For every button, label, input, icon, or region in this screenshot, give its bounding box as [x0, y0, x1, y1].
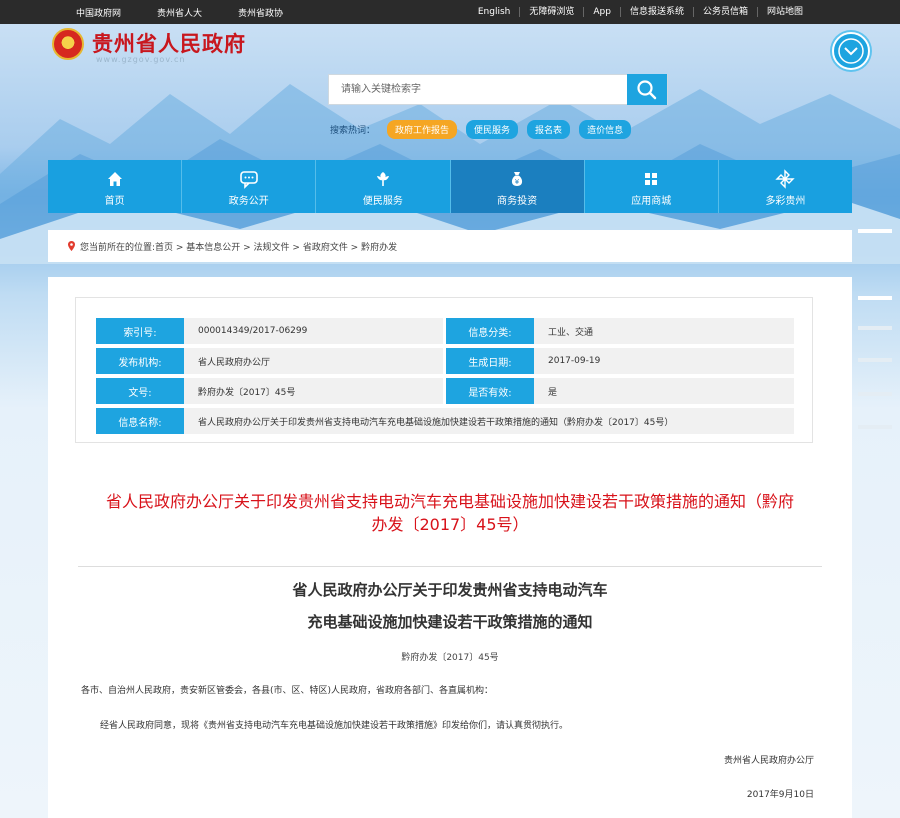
- nav-item-label: 便民服务: [362, 196, 403, 207]
- signature: 贵州省人民政府办公厅: [723, 756, 814, 766]
- document-title-line: 省人民政府办公厅关于印发贵州省支持电动汽车充电基础设施加快建设若干政策措施的通知…: [105, 492, 794, 511]
- nav-item-label: 商务投资: [497, 196, 538, 207]
- flower-icon: [376, 172, 389, 186]
- side-tab[interactable]: [858, 229, 892, 233]
- info-row: 发布机构: 省人民政府办公厅: [96, 348, 443, 374]
- location-pin-icon: [68, 241, 75, 251]
- info-value: 是: [534, 378, 794, 404]
- side-tab[interactable]: [858, 392, 892, 396]
- breadcrumb: 您当前所在的位置:首页 > 基本信息公开 > 法规文件 > 省政府文件 > 黔府…: [48, 230, 852, 262]
- nav-item-label: 多彩贵州: [765, 196, 806, 207]
- sign-date: 2017年9月10日: [746, 790, 814, 800]
- hot-words: 搜索热词： 政府工作报告 便民服务 报名表 造价信息: [330, 120, 640, 139]
- info-row: 文号: 黔府办发〔2017〕45号: [96, 378, 443, 404]
- money-bag-icon: ¥: [512, 172, 523, 186]
- chevron-down-icon[interactable]: [832, 32, 870, 70]
- site-name[interactable]: 贵州省人民政府: [92, 28, 246, 58]
- nav-item-services[interactable]: 便民服务: [316, 160, 451, 213]
- top-bar: 中国政府网 贵州省人大 贵州省政协 English 无障碍浏览 App 信息报送…: [0, 0, 900, 24]
- home-icon: [107, 172, 122, 186]
- hot-tag[interactable]: 报名表: [527, 120, 571, 139]
- info-value: 工业、交通: [534, 318, 794, 344]
- info-key: 是否有效:: [446, 378, 534, 404]
- link-npc[interactable]: 贵州省人大: [157, 6, 202, 19]
- info-row: 生成日期: 2017-09-19: [446, 348, 794, 374]
- info-row: 索引号: 000014349/2017-06299: [96, 318, 443, 344]
- link-sitemap[interactable]: 网站地图: [756, 7, 812, 17]
- nav-item-gov-affairs[interactable]: 政务公开: [182, 160, 317, 213]
- nav-item-label: 应用商城: [631, 196, 672, 207]
- info-value: 000014349/2017-06299: [184, 318, 443, 344]
- hot-tag[interactable]: 便民服务: [466, 120, 519, 139]
- search-icon: [637, 80, 657, 100]
- nav-item-label: 政务公开: [228, 196, 269, 207]
- main-content: 索引号: 000014349/2017-06299 信息分类: 工业、交通 发布…: [48, 277, 852, 818]
- link-mailbox[interactable]: 公务员信箱: [692, 7, 757, 17]
- site-url: www.gzgov.gov.cn: [96, 55, 186, 64]
- main-nav: 首页 政务公开 便民服务 ¥ 商务投资 应用商城 多彩贵州: [48, 160, 852, 213]
- info-key: 生成日期:: [446, 348, 534, 374]
- link-cppcc[interactable]: 贵州省政协: [238, 6, 283, 19]
- info-table: 索引号: 000014349/2017-06299 信息分类: 工业、交通 发布…: [75, 297, 813, 443]
- nav-item-label: 首页: [104, 196, 125, 207]
- link-accessibility[interactable]: 无障碍浏览: [519, 7, 583, 17]
- link-gov[interactable]: 中国政府网: [76, 6, 121, 19]
- document-number: 黔府办发〔2017〕45号: [401, 653, 499, 663]
- recipients-paragraph: 各市、自治州人民政府，贵安新区管委会，各县(市、区、特区)人民政府，省政府各部门…: [81, 686, 494, 696]
- pinwheel-icon: [775, 169, 796, 189]
- link-app[interactable]: App: [583, 7, 620, 17]
- document-heading: 充电基础设施加快建设若干政策措施的通知: [307, 613, 593, 631]
- nav-item-home[interactable]: 首页: [48, 160, 183, 213]
- info-key: 索引号:: [96, 318, 184, 344]
- search-box: [328, 74, 668, 105]
- top-links-left: 中国政府网 贵州省人大 贵州省政协: [76, 0, 319, 24]
- info-value: 省人民政府办公厅: [184, 348, 443, 374]
- side-tab[interactable]: [858, 425, 892, 429]
- info-value: 省人民政府办公厅关于印发贵州省支持电动汽车充电基础设施加快建设若干政策措施的通知…: [184, 408, 794, 434]
- body-paragraph: 经省人民政府同意，现将《贵州省支持电动汽车充电基础设施加快建设若干政策措施》印发…: [100, 721, 569, 731]
- link-english[interactable]: English: [469, 7, 520, 17]
- info-row: 是否有效: 是: [446, 378, 794, 404]
- document-heading: 省人民政府办公厅关于印发贵州省支持电动汽车: [292, 581, 608, 599]
- info-key: 信息名称:: [96, 408, 184, 434]
- grid-icon: [645, 173, 658, 185]
- search-input[interactable]: [329, 75, 619, 104]
- info-row: 信息名称: 省人民政府办公厅关于印发贵州省支持电动汽车充电基础设施加快建设若干政…: [96, 408, 794, 434]
- nav-item-business[interactable]: ¥ 商务投资: [450, 160, 585, 213]
- info-row: 信息分类: 工业、交通: [446, 318, 794, 344]
- breadcrumb-text[interactable]: 您当前所在的位置:首页 > 基本信息公开 > 法规文件 > 省政府文件 > 黔府…: [80, 240, 397, 253]
- info-key: 文号:: [96, 378, 184, 404]
- hot-tag[interactable]: 政府工作报告: [387, 120, 458, 139]
- link-info-system[interactable]: 信息报送系统: [619, 7, 693, 17]
- search-button[interactable]: [627, 74, 667, 105]
- divider: [78, 566, 822, 567]
- info-key: 发布机构:: [96, 348, 184, 374]
- side-tab[interactable]: [858, 326, 892, 330]
- hot-tag[interactable]: 造价信息: [579, 120, 632, 139]
- chat-icon: [239, 171, 258, 189]
- national-emblem-logo: [52, 28, 84, 60]
- svg-text:¥: ¥: [515, 178, 520, 186]
- side-tab[interactable]: [858, 358, 892, 362]
- info-value: 黔府办发〔2017〕45号: [184, 378, 443, 404]
- document-title-line: 办发〔2017〕45号）: [371, 515, 529, 534]
- info-value: 2017-09-19: [534, 348, 794, 374]
- nav-item-app-store[interactable]: 应用商城: [585, 160, 719, 213]
- info-key: 信息分类:: [446, 318, 534, 344]
- side-tab[interactable]: [858, 296, 892, 300]
- top-links-right: English 无障碍浏览 App 信息报送系统 公务员信箱 网站地图: [469, 0, 812, 24]
- nav-item-colorful-guizhou[interactable]: 多彩贵州: [719, 160, 852, 213]
- document-title: 省人民政府办公厅关于印发贵州省支持电动汽车充电基础设施加快建设若干政策措施的通知…: [68, 490, 832, 536]
- hot-words-label: 搜索热词：: [330, 126, 376, 136]
